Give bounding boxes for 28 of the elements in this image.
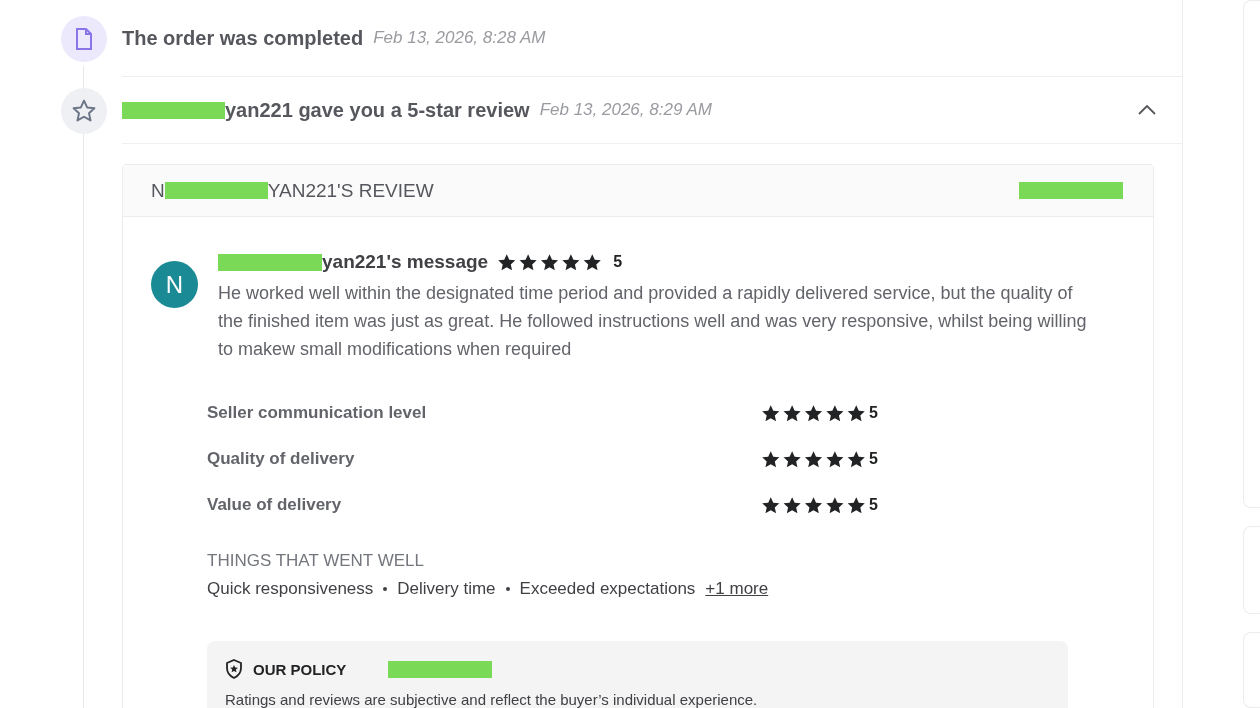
went-well-item: Delivery time <box>397 579 496 599</box>
policy-text: Ratings and reviews are subjective and reflect the buyer’s individual experience. <box>225 691 759 708</box>
event-title: yan221 gave you a 5-star review <box>225 98 530 122</box>
message-title: yan221's message <box>322 251 489 273</box>
review-title: YAN221'S REVIEW <box>267 179 434 202</box>
rating-label: Value of delivery <box>207 495 343 515</box>
review-message: He worked well within the designated time period and provided a rapidly delivered service, but the quality of the finished item was just as great. He followed instructions well and was very responsive, whilst being willing to makew small modifications when required <box>218 282 1088 361</box>
rating-score: 5 <box>613 253 623 271</box>
more-link[interactable]: +1 more <box>705 579 769 599</box>
rating-score: 5 <box>869 450 878 468</box>
document-icon <box>61 15 107 62</box>
bullet-icon <box>383 587 388 591</box>
section-title: THINGS THAT WENT WELL <box>207 551 425 571</box>
shield-star-icon <box>225 659 243 679</box>
rating-score: 5 <box>869 496 878 514</box>
event-time: Feb 13, 2026, 8:28 AM <box>373 28 546 48</box>
rating-label: Quality of delivery <box>207 449 356 469</box>
went-well-item: Quick responsiveness <box>207 579 374 599</box>
rating-score: 5 <box>869 404 878 422</box>
policy-title: OUR POLICY <box>253 660 347 678</box>
event-title: The order was completed <box>122 26 364 50</box>
went-well-item: Exceeded expectations <box>519 579 696 599</box>
bullet-icon <box>505 587 510 591</box>
rating-label: Seller communication level <box>207 403 428 423</box>
chevron-up-icon[interactable] <box>1138 105 1156 115</box>
event-time: Feb 13, 2026, 8:29 AM <box>539 100 712 120</box>
review-title-initial: N <box>151 179 165 202</box>
avatar: N <box>151 261 198 308</box>
